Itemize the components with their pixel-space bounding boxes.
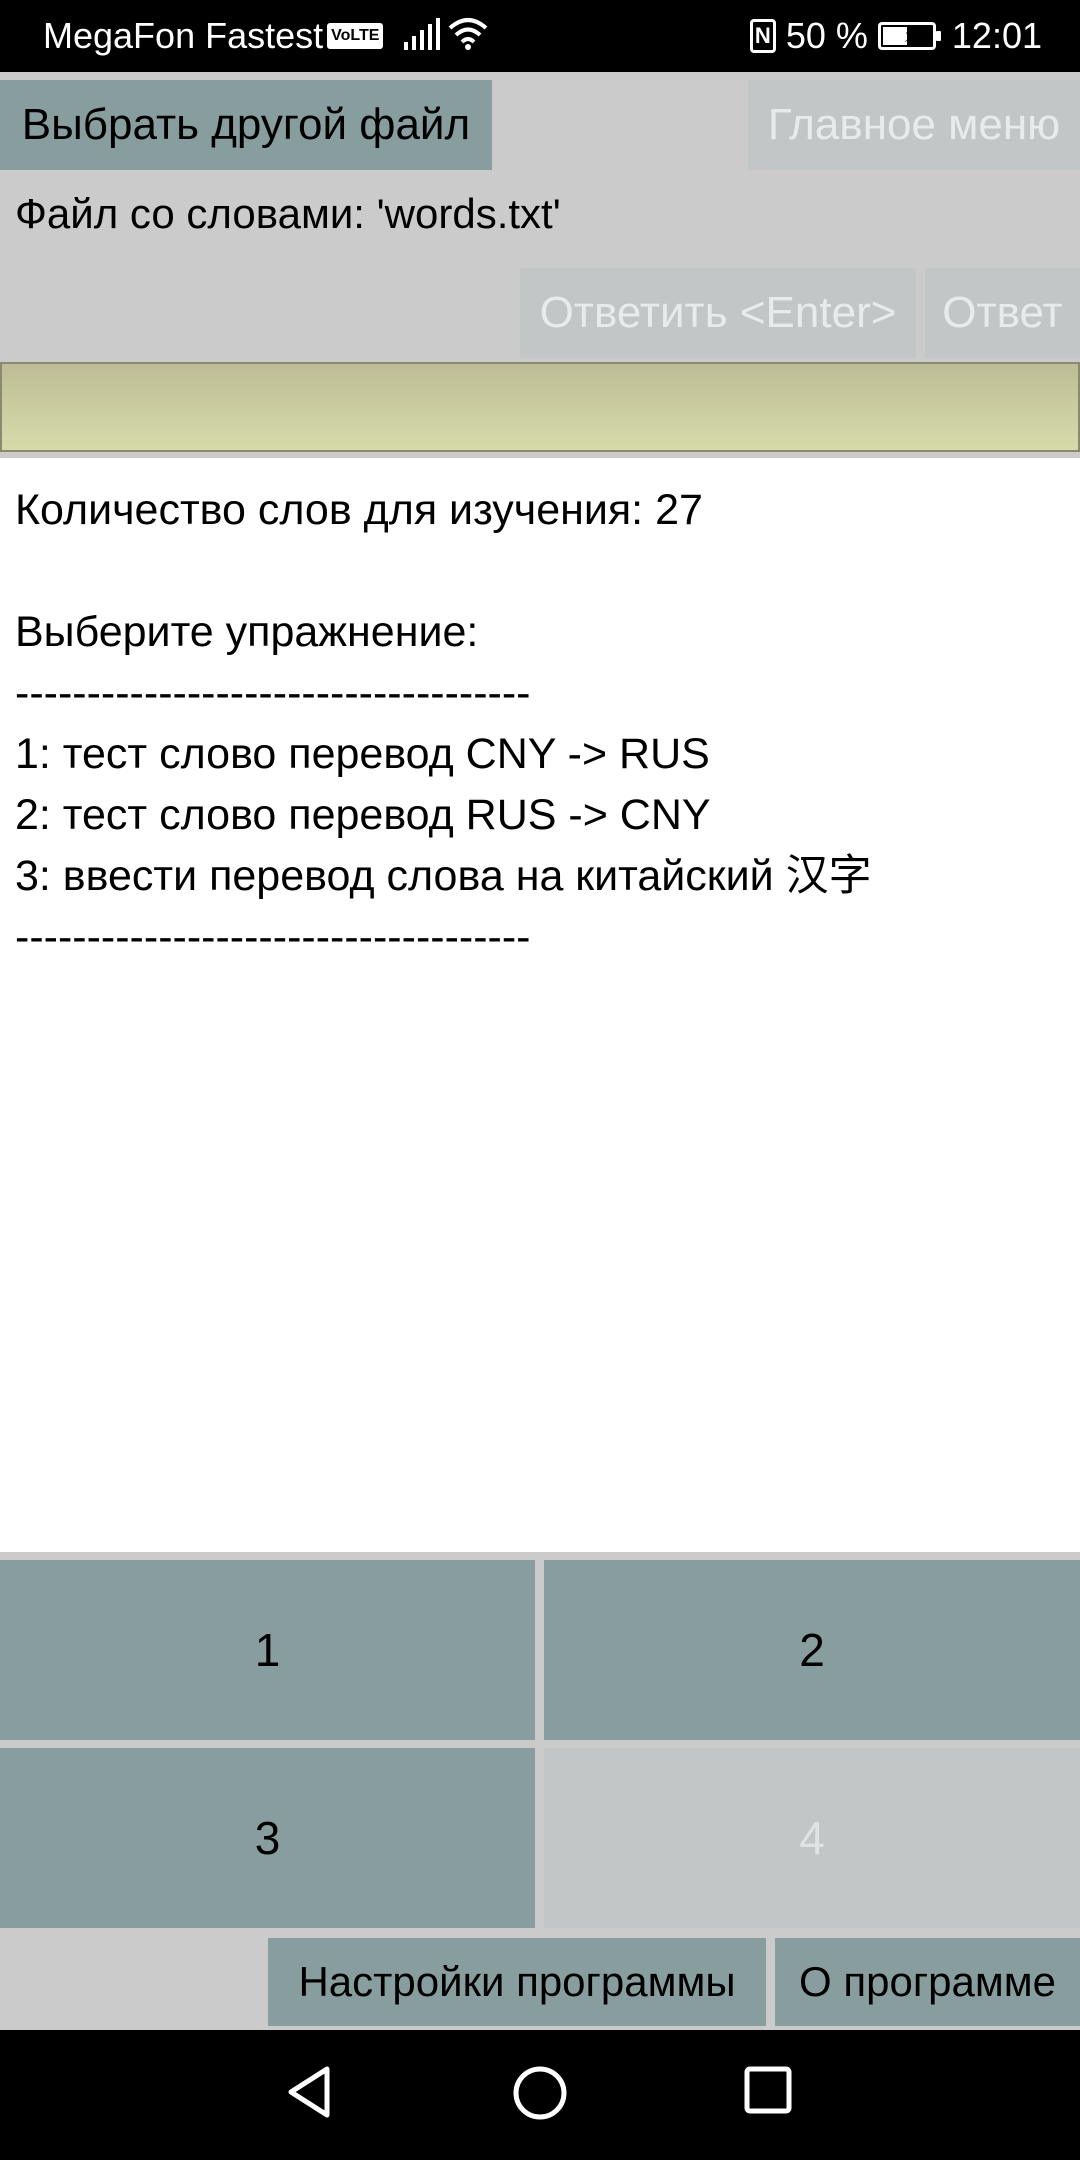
output-text: Количество слов для изучения: 27 Выберит… — [15, 480, 872, 968]
text-line: 2: тест слово перевод RUS -> CNY — [15, 791, 711, 839]
back-icon[interactable] — [285, 2065, 333, 2119]
volte-badge: VoLTE — [327, 23, 384, 49]
file-label: Файл со словами: 'words.txt' — [15, 190, 561, 237]
status-right: N 50 % ⚡ 12:01 — [749, 15, 1042, 57]
choice-1-button[interactable]: 1 — [0, 1560, 535, 1740]
choice-3-button[interactable]: 3 — [0, 1748, 535, 1928]
wifi-icon — [448, 18, 488, 50]
text-line: ------------------------------------ — [15, 913, 531, 961]
status-bar: MegaFon Fastest VoLTE N 50 % ⚡ 12:01 — [0, 0, 1080, 72]
battery-icon: ⚡ — [877, 22, 941, 50]
about-button[interactable]: О программе — [775, 1938, 1080, 2026]
choice-2-button[interactable]: 2 — [544, 1560, 1080, 1740]
nav-bar — [0, 2030, 1080, 2160]
text-line: Количество слов для изучения: 27 — [15, 486, 703, 534]
bottom-panel: 1 2 3 4 Настройки программы О программе — [0, 1552, 1080, 2030]
carrier-info: MegaFon Fastest VoLTE — [43, 15, 384, 57]
signal-icon — [404, 18, 440, 50]
text-line: 3: ввести перевод слова на китайский 汉字 — [15, 852, 872, 900]
battery-percent: 50 % — [785, 15, 868, 56]
answer-button[interactable]: Ответ — [925, 268, 1080, 358]
text-line: ------------------------------------ — [15, 669, 531, 717]
app-window: Выбрать другой файл Главное меню Файл со… — [0, 72, 1080, 2030]
screen: MegaFon Fastest VoLTE N 50 % ⚡ 12:01 Выб… — [0, 0, 1080, 2160]
settings-button[interactable]: Настройки программы — [268, 1938, 766, 2026]
carrier-name: MegaFon Fastest — [43, 15, 324, 56]
clock: 12:01 — [951, 15, 1042, 56]
answer-enter-button[interactable]: Ответить <Enter> — [520, 268, 916, 358]
text-line: 1: тест слово перевод CNY -> RUS — [15, 730, 710, 778]
answer-input[interactable] — [0, 362, 1080, 452]
top-panel: Выбрать другой файл Главное меню Файл со… — [0, 72, 1080, 458]
nfc-icon: N — [749, 19, 776, 53]
recent-apps-icon[interactable] — [743, 2065, 793, 2115]
home-icon[interactable] — [512, 2065, 568, 2121]
choice-4-button[interactable]: 4 — [544, 1748, 1080, 1928]
main-menu-button[interactable]: Главное меню — [748, 80, 1080, 170]
text-line — [15, 541, 872, 602]
text-line: Выберите упражнение: — [15, 608, 479, 656]
choose-file-button[interactable]: Выбрать другой файл — [0, 80, 492, 170]
